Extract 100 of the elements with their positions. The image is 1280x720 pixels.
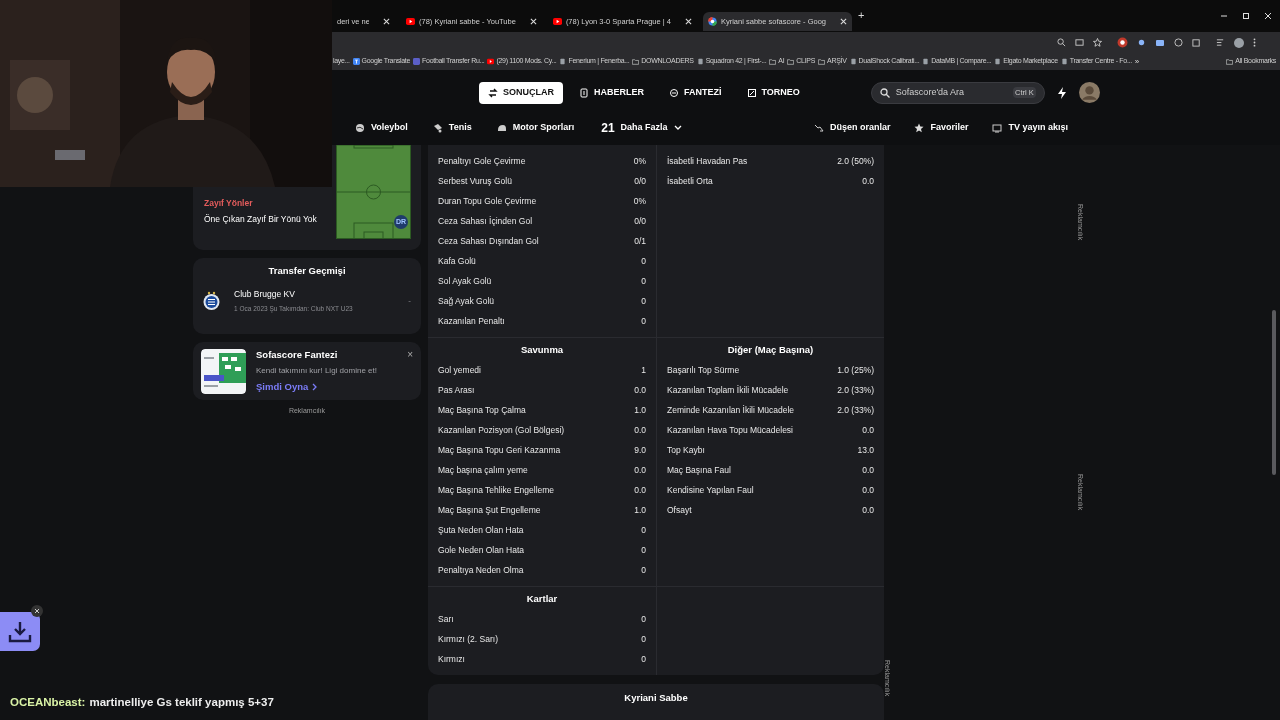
menu-icon[interactable]: [1253, 38, 1256, 47]
stat-label: Kazanılan Penaltı: [438, 314, 505, 328]
stat-label: Gole Neden Olan Hata: [438, 543, 524, 557]
stat-value: 0.0: [862, 463, 874, 477]
tv-icon: [992, 122, 1003, 133]
stat-value: 0: [641, 523, 646, 537]
extension-icon[interactable]: [1137, 38, 1146, 47]
search-input[interactable]: Sofascore'da Ara: [895, 85, 996, 100]
nav-tab[interactable]: FANTEZİ: [660, 81, 731, 104]
section-title: Diğer (Maç Başına): [727, 343, 814, 357]
stat-value: 0: [641, 612, 646, 626]
stat-value: 0: [641, 632, 646, 646]
stat-label: Kırmızı: [438, 652, 465, 666]
zoom-icon[interactable]: [1057, 38, 1066, 47]
helmet-icon: [496, 122, 507, 133]
stat-label: İsabetli Orta: [667, 174, 713, 188]
stat-label: Sol Ayak Golü: [438, 274, 492, 288]
more-dropdown[interactable]: 21 Daha Fazla: [601, 118, 682, 137]
extension-icon[interactable]: [1155, 37, 1165, 48]
nav-tab[interactable]: SONUÇLAR: [479, 81, 563, 104]
sport-link[interactable]: Tenis: [432, 120, 472, 135]
avatar-icon[interactable]: [1078, 82, 1100, 103]
stat-label: Maç Başına Top Çalma: [438, 403, 526, 417]
section-label: Zayıf Yönler: [204, 197, 254, 210]
close-icon[interactable]: [840, 18, 847, 25]
close-icon[interactable]: [529, 18, 537, 25]
page-icon: [1060, 58, 1068, 65]
page-icon: [922, 58, 930, 65]
stat-label: Zeminde Kazanılan İkili Mücadele: [667, 403, 795, 417]
maximize-icon[interactable]: [1242, 12, 1250, 20]
stat-label: Pas Arası: [438, 383, 475, 397]
video-icon: [552, 17, 562, 26]
stat-label: Maç Başına Faul: [667, 463, 731, 477]
stat-label: Sağ Ayak Golü: [438, 294, 495, 308]
page-icon: [994, 58, 1002, 65]
stat-label: Maç Başına Şut Engelleme: [438, 503, 541, 517]
stat-label: Ceza Sahası Dışından Gol: [438, 234, 539, 248]
stat-value: 0%: [633, 154, 646, 168]
stat-label: Maç Başına Topu Geri Kazanma: [438, 443, 561, 457]
close-button[interactable]: ×: [407, 347, 413, 362]
extension-icon[interactable]: [1117, 37, 1128, 48]
stat-value: 1: [641, 363, 646, 377]
download-button[interactable]: [0, 612, 40, 651]
stat-label: Duran Topu Gole Çevirme: [438, 194, 537, 208]
video-icon: [406, 17, 415, 26]
lightning-icon[interactable]: [1056, 86, 1067, 99]
stat-value: 2.0 (33%): [837, 383, 874, 397]
media-icon[interactable]: [1216, 38, 1225, 47]
sport-link[interactable]: Voleybol: [355, 120, 408, 135]
card-title: Transfer Geçmişi: [268, 264, 346, 278]
sport-link[interactable]: Motor Sporları: [496, 120, 575, 135]
folder-icon: [787, 58, 795, 65]
stat-label: Şuta Neden Olan Hata: [438, 523, 524, 537]
close-icon[interactable]: [383, 18, 390, 25]
minimize-icon[interactable]: [1220, 12, 1228, 20]
extension-icon[interactable]: [1174, 38, 1183, 47]
volleyball-icon: [355, 122, 365, 133]
nav-tab[interactable]: TORNEO: [737, 81, 809, 104]
folder-icon: [632, 58, 640, 65]
stat-value: 0: [641, 294, 646, 308]
close-icon[interactable]: [31, 605, 43, 617]
promo-title: Sofascore Fantezi: [256, 347, 338, 362]
star-icon: [914, 122, 925, 133]
profile-icon[interactable]: [1234, 37, 1244, 48]
folder-icon: [1226, 58, 1234, 65]
page-icon: [559, 58, 567, 65]
stat-value: 0/0: [634, 214, 646, 228]
chat-message: martinelliye Gs teklif yapmış 5+37: [89, 695, 274, 710]
close-icon[interactable]: [684, 18, 692, 25]
stat-label: Ofsayt: [667, 503, 692, 517]
header-link[interactable]: Favoriler: [914, 120, 969, 135]
promo-text: Kendi takımını kur! Ligi domine et!: [256, 365, 378, 377]
swap-icon: [488, 87, 498, 98]
stat-label: Ceza Sahası İçinden Gol: [438, 214, 533, 228]
new-tab-button[interactable]: +: [858, 7, 865, 24]
header-link[interactable]: Düşen oranlar: [813, 120, 891, 135]
stat-value: 1.0 (25%): [837, 363, 874, 377]
section-title: Kartlar: [526, 592, 558, 606]
chat-username: OCEANbeast:: [10, 695, 86, 710]
stat-value: 0.0: [634, 423, 646, 437]
play-now-link[interactable]: Şimdi Oyna: [256, 380, 413, 395]
stat-label: Gol yemedi: [438, 363, 481, 377]
weakness-text: Öne Çıkan Zayıf Bir Yönü Yok: [204, 212, 317, 226]
page-icon: [849, 58, 857, 65]
close-icon[interactable]: [1264, 12, 1272, 20]
nav-tab[interactable]: HABERLER: [570, 81, 653, 104]
video-icon: [487, 58, 495, 65]
header-link[interactable]: TV yayın akışı: [992, 120, 1068, 135]
scrollbar-thumb[interactable]: [1272, 310, 1276, 475]
stat-value: 0.0: [634, 463, 646, 477]
more-bookmarks-button[interactable]: »: [1134, 55, 1140, 68]
stat-value: 1.0: [634, 403, 646, 417]
crest-icon: [203, 291, 220, 311]
chevron-down-icon: [673, 124, 682, 131]
bookmark-star-icon[interactable]: [1093, 38, 1102, 47]
stat-value: 0: [641, 314, 646, 328]
stat-value: 0%: [633, 194, 646, 208]
stat-label: Kafa Golü: [438, 254, 476, 268]
cast-icon[interactable]: [1075, 38, 1084, 47]
translate-icon: [352, 58, 360, 65]
